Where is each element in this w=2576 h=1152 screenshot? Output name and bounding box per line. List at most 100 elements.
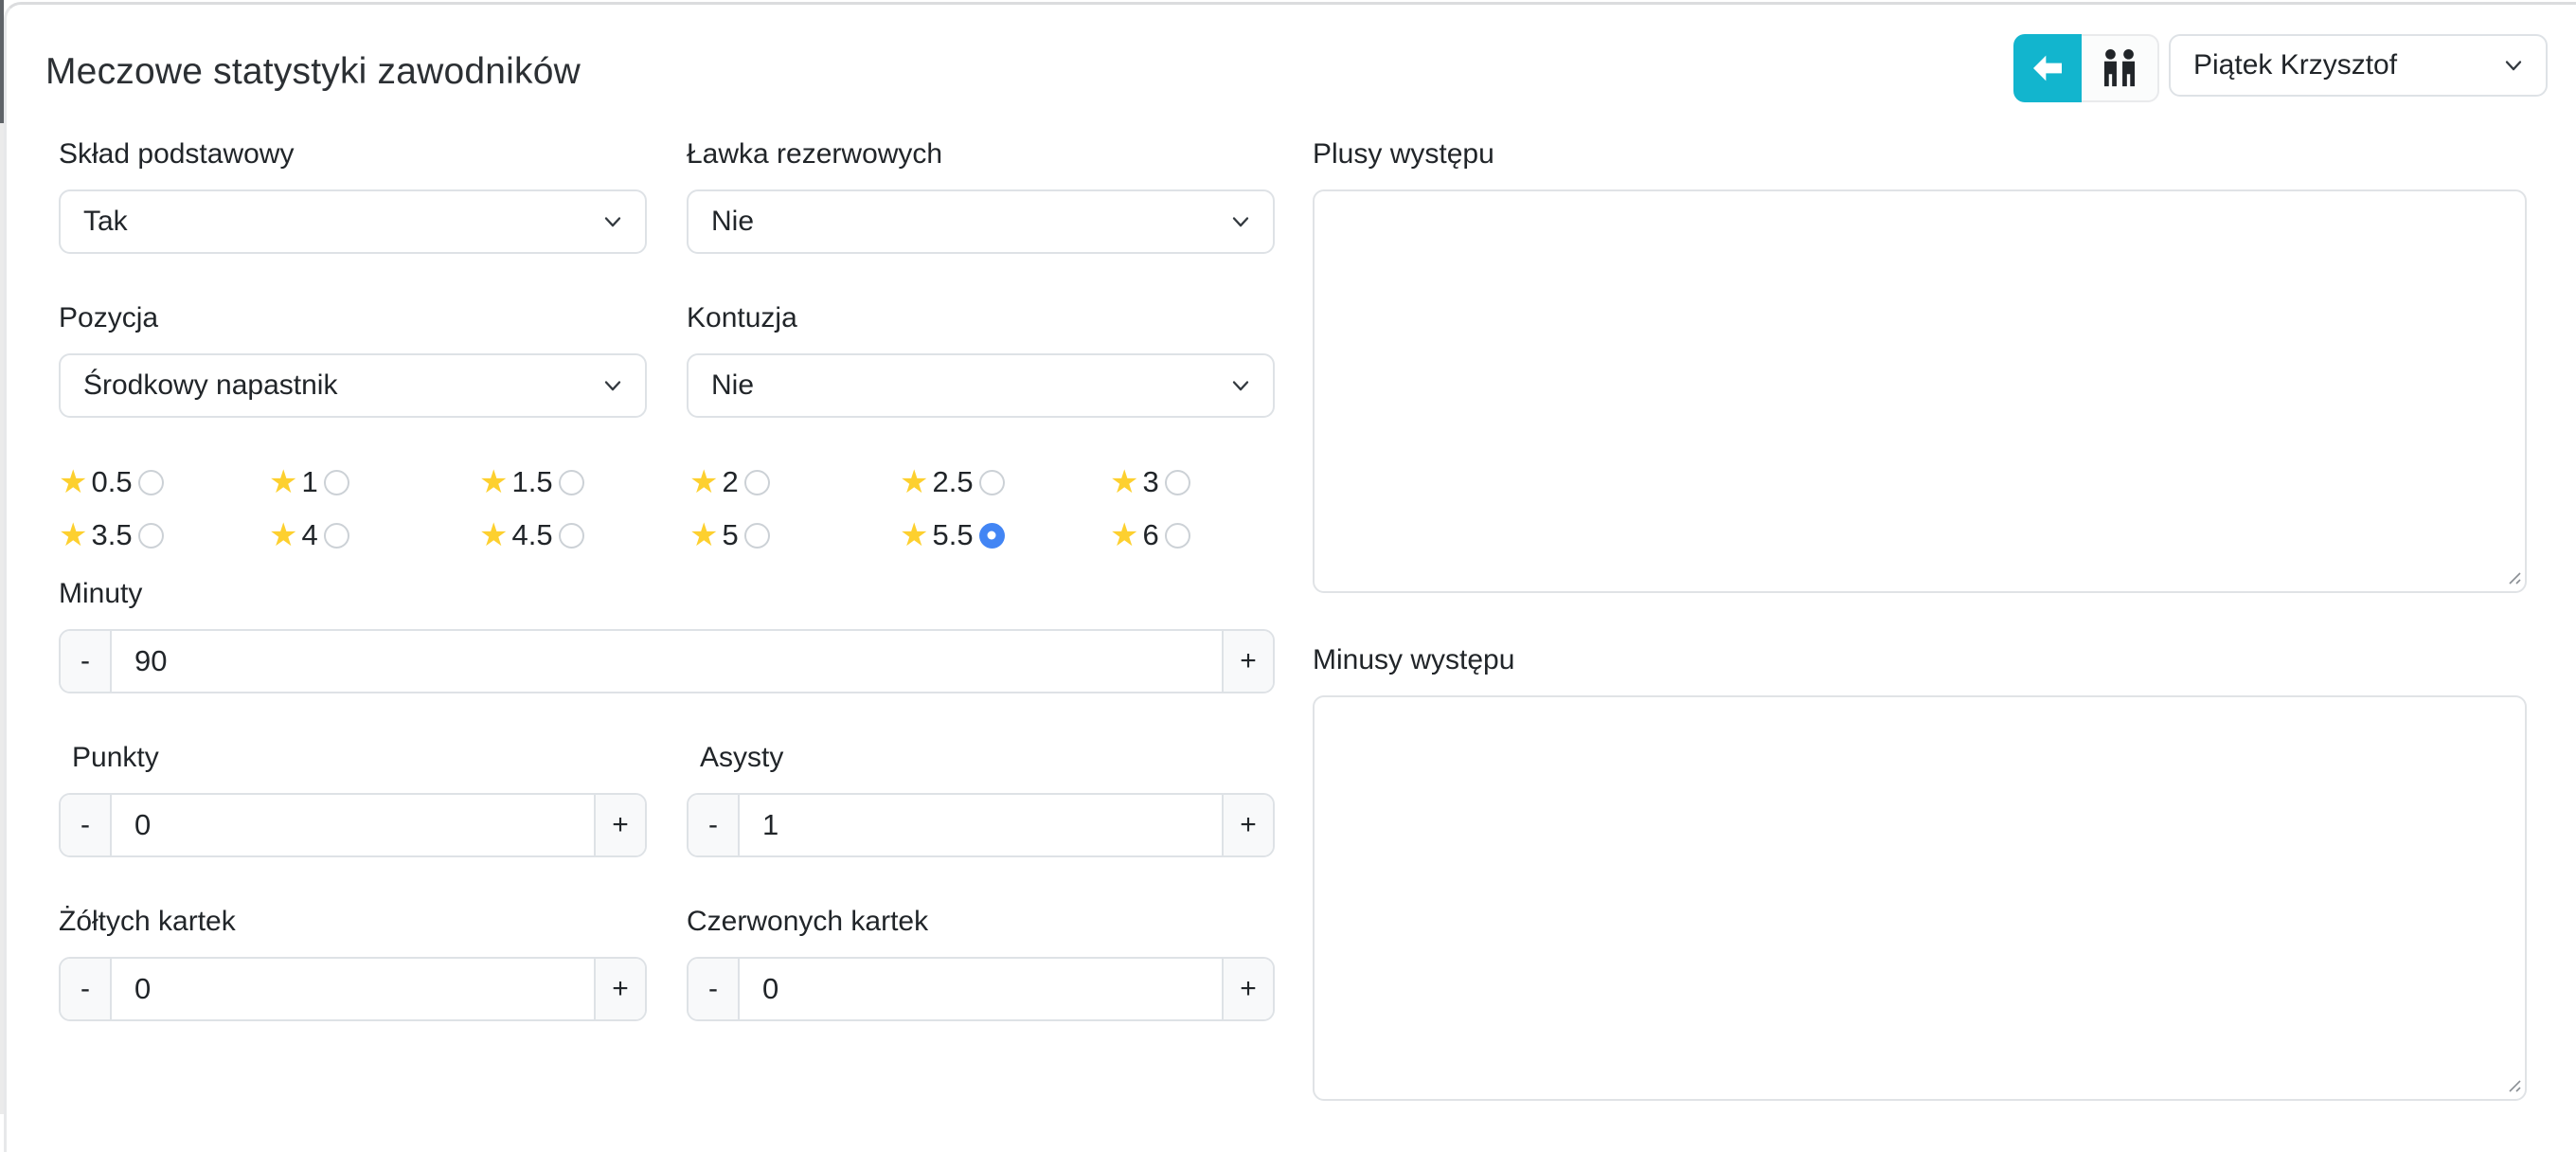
rating-option-0.5[interactable]: ★ 0.5 <box>59 466 269 498</box>
rating-radio[interactable] <box>324 523 349 549</box>
rating-value: 1 <box>301 465 317 499</box>
czerwonych-kartek-label: Czerwonych kartek <box>687 906 1275 937</box>
rating-value: 5 <box>722 518 738 552</box>
minusy-wystepu-field: Minusy występu <box>1313 644 2527 1101</box>
scrollbar-thumb[interactable] <box>0 0 4 123</box>
left-column: Skład podstawowy Tak Ławka rezerwowych N… <box>59 138 1275 1101</box>
rating-option-2.5[interactable]: ★ 2.5 <box>900 466 1110 498</box>
rating-value: 1.5 <box>511 465 552 499</box>
rating-option-6[interactable]: ★ 6 <box>1110 519 1275 551</box>
scrollbar-track <box>0 123 4 1114</box>
punkty-label: Punkty <box>59 742 647 773</box>
rating-option-4.5[interactable]: ★ 4.5 <box>479 519 689 551</box>
asysty-increment-button[interactable]: + <box>1222 795 1273 855</box>
star-icon: ★ <box>1110 519 1138 551</box>
czerwonych-kartek-field: Czerwonych kartek - + <box>687 906 1275 1021</box>
punkty-field: Punkty - + <box>59 742 647 857</box>
rating-option-1[interactable]: ★ 1 <box>269 466 479 498</box>
chevron-down-icon <box>599 372 626 399</box>
player-select[interactable]: Piątek Krzysztof <box>2169 34 2548 97</box>
star-icon: ★ <box>479 466 508 498</box>
rating-value: 2.5 <box>932 465 973 499</box>
right-column: Plusy występu Minusy występu <box>1313 138 2527 1101</box>
rating-radio[interactable] <box>1165 523 1190 549</box>
rating-radio[interactable] <box>324 470 349 495</box>
chevron-down-icon <box>1227 208 1254 235</box>
lawka-rezerwowych-value: Nie <box>711 206 754 238</box>
punkty-decrement-button[interactable]: - <box>61 795 112 855</box>
lawka-rezerwowych-select[interactable]: Nie <box>687 189 1275 254</box>
asysty-input[interactable] <box>740 795 1222 855</box>
kontuzja-value: Nie <box>711 369 754 402</box>
punkty-increment-button[interactable]: + <box>594 795 645 855</box>
sklad-podstawowy-value: Tak <box>83 206 128 238</box>
asysty-stepper: - + <box>687 793 1275 857</box>
zoltych-kartek-input[interactable] <box>112 959 594 1019</box>
kontuzja-select[interactable]: Nie <box>687 353 1275 418</box>
asysty-label: Asysty <box>687 742 1275 773</box>
arrow-left-icon <box>2029 49 2066 87</box>
rating-option-2[interactable]: ★ 2 <box>689 466 900 498</box>
minuty-input[interactable] <box>112 631 1222 692</box>
star-icon: ★ <box>269 519 297 551</box>
rating-radio[interactable] <box>744 523 770 549</box>
header-button-group <box>2013 34 2159 102</box>
rating-radio[interactable] <box>979 470 1005 495</box>
punkty-input[interactable] <box>112 795 594 855</box>
rating-value: 3 <box>1142 465 1158 499</box>
kontuzja-label: Kontuzja <box>687 302 1275 333</box>
star-icon: ★ <box>269 466 297 498</box>
pozycja-select[interactable]: Środkowy napastnik <box>59 353 647 418</box>
minuty-increment-button[interactable]: + <box>1222 631 1273 692</box>
czerwonych-kartek-decrement-button[interactable]: - <box>689 959 740 1019</box>
sklad-podstawowy-label: Skład podstawowy <box>59 138 647 170</box>
zoltych-kartek-decrement-button[interactable]: - <box>61 959 112 1019</box>
two-people-icon <box>2098 48 2141 88</box>
rating-grid: ★ 0.5 ★ 1 ★ 1.5 ★ 2 ★ 2.5 <box>59 466 1275 551</box>
rating-radio[interactable] <box>1165 470 1190 495</box>
rating-option-5.5-selected[interactable]: ★ 5.5 <box>900 519 1110 551</box>
plusy-wystepu-textarea[interactable] <box>1313 189 2527 593</box>
minuty-stepper: - + <box>59 629 1275 693</box>
rating-radio[interactable] <box>138 523 164 549</box>
rating-option-3.5[interactable]: ★ 3.5 <box>59 519 269 551</box>
star-icon: ★ <box>689 466 718 498</box>
czerwonych-kartek-increment-button[interactable]: + <box>1222 959 1273 1019</box>
rating-option-3[interactable]: ★ 3 <box>1110 466 1275 498</box>
star-icon: ★ <box>900 466 928 498</box>
minusy-wystepu-label: Minusy występu <box>1313 644 2527 675</box>
lawka-rezerwowych-label: Ławka rezerwowych <box>687 138 1275 170</box>
header-actions: Piątek Krzysztof <box>2013 34 2548 102</box>
minusy-wystepu-textarea[interactable] <box>1313 695 2527 1101</box>
rating-radio[interactable] <box>744 470 770 495</box>
rating-value: 3.5 <box>91 518 132 552</box>
rating-option-4[interactable]: ★ 4 <box>269 519 479 551</box>
back-button[interactable] <box>2013 34 2082 102</box>
asysty-decrement-button[interactable]: - <box>689 795 740 855</box>
czerwonych-kartek-input[interactable] <box>740 959 1222 1019</box>
pozycja-value: Środkowy napastnik <box>83 369 337 402</box>
asysty-field: Asysty - + <box>687 742 1275 857</box>
rating-value: 2 <box>722 465 738 499</box>
star-icon: ★ <box>900 519 928 551</box>
minuty-decrement-button[interactable]: - <box>61 631 112 692</box>
minuty-label: Minuty <box>59 578 1275 609</box>
rating-radio[interactable] <box>559 470 584 495</box>
rating-radio[interactable] <box>138 470 164 495</box>
star-icon: ★ <box>479 519 508 551</box>
star-icon: ★ <box>59 466 87 498</box>
sklad-podstawowy-select[interactable]: Tak <box>59 189 647 254</box>
plusy-wystepu-label: Plusy występu <box>1313 138 2527 170</box>
form-body: Skład podstawowy Tak Ławka rezerwowych N… <box>0 102 2576 1101</box>
rating-option-1.5[interactable]: ★ 1.5 <box>479 466 689 498</box>
star-icon: ★ <box>689 519 718 551</box>
rating-option-5[interactable]: ★ 5 <box>689 519 900 551</box>
rating-radio-selected[interactable] <box>979 523 1005 549</box>
players-button[interactable] <box>2082 34 2159 102</box>
zoltych-kartek-increment-button[interactable]: + <box>594 959 645 1019</box>
player-select-value: Piątek Krzysztof <box>2193 49 2397 81</box>
star-icon: ★ <box>59 519 87 551</box>
rating-radio[interactable] <box>559 523 584 549</box>
plusy-wystepu-field: Plusy występu <box>1313 138 2527 593</box>
minuty-field: Minuty - + <box>59 578 1275 693</box>
